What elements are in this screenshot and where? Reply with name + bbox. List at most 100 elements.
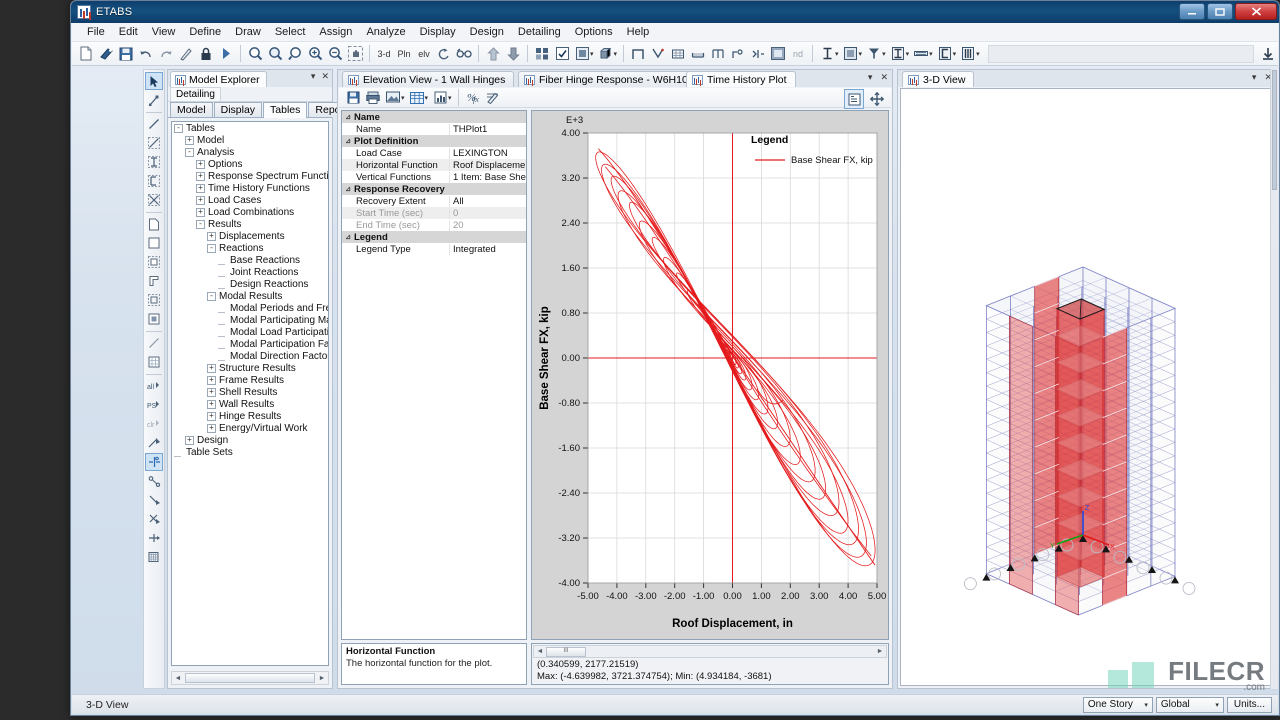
zoom-in-icon[interactable] [305,44,325,64]
save-plot-icon[interactable] [343,88,363,108]
scroll-thumb[interactable] [1272,70,1277,190]
extrude-view-icon[interactable] [596,44,616,64]
property-category[interactable]: ⊿Response Recovery [342,183,526,195]
property-row[interactable]: Load CaseLEXINGTON [342,147,526,159]
menu-analyze[interactable]: Analyze [359,24,412,40]
zoom-out-icon[interactable] [325,44,345,64]
undo-icon[interactable] [136,44,156,64]
tab-elevation-view[interactable]: Elevation View - 1 Wall Hinges [342,71,514,87]
new-model-icon[interactable] [76,44,96,64]
draw-grid-icon[interactable] [708,44,728,64]
time-history-chart[interactable]: E+34.003.202.401.600.800.00-0.80-1.60-2.… [531,110,889,640]
document-menu-chevron-down-icon[interactable]: ▾ [1252,72,1257,83]
expand-icon[interactable]: + [185,136,194,145]
expand-icon[interactable]: + [196,208,205,217]
draw-line-icon[interactable] [145,115,163,133]
tab-detailing[interactable]: Detailing [170,87,221,101]
view-3d-icon[interactable]: 3-d [374,44,394,64]
tree-node[interactable]: +Time History Functions [172,182,328,194]
draw-area-icon[interactable] [145,215,163,233]
collapse-icon[interactable]: ⊿ [342,113,354,121]
property-row[interactable]: NameTHPlot1 [342,123,526,135]
tree-node[interactable]: +Frame Results [172,374,328,386]
quick-draw-area-icon[interactable] [145,253,163,271]
assign-angle-section-icon[interactable] [958,44,978,64]
draw-grid-lines-icon[interactable] [145,353,163,371]
expand-icon[interactable]: + [207,424,216,433]
property-value[interactable]: 1 Item: Base Shear FX [450,172,526,183]
property-row[interactable]: Horizontal FunctionRoof Displacement [342,159,526,171]
draw-dimension-line-icon[interactable] [145,334,163,352]
menu-edit[interactable]: Edit [112,24,145,40]
tree-node[interactable]: +Hinge Results [172,410,328,422]
model-3d-viewport[interactable]: XYZ [900,88,1274,686]
tree-node[interactable]: Table Sets [172,446,328,458]
move-down-story-icon[interactable] [503,44,523,64]
property-row[interactable]: Recovery ExtentAll [342,195,526,207]
tree-node[interactable]: -Modal Results [172,290,328,302]
expand-icon[interactable]: + [196,184,205,193]
expand-icon[interactable]: + [207,364,216,373]
tree-node[interactable]: Modal Load Participation Ratios [172,326,328,338]
perspective-glasses-icon[interactable] [454,44,474,64]
menu-options[interactable]: Options [568,24,620,40]
tab-display[interactable]: Display [214,102,262,117]
select-by-intersecting-icon[interactable] [145,453,163,471]
open-model-icon[interactable] [96,44,116,64]
tree-node[interactable]: -Results [172,218,328,230]
select-frames-icon[interactable] [145,491,163,509]
zoom-window-icon[interactable] [245,44,265,64]
zoom-out-one-step-icon[interactable] [285,44,305,64]
object-properties-icon[interactable] [572,44,592,64]
draw-frame-icon[interactable] [628,44,648,64]
collapse-icon[interactable]: ⊿ [342,185,354,193]
expand-icon[interactable]: + [196,196,205,205]
tree-node[interactable]: -Tables [172,122,328,134]
scroll-right-icon[interactable]: ► [316,675,328,682]
save-icon[interactable] [116,44,136,64]
property-value[interactable]: LEXINGTON [450,148,526,159]
menu-draw[interactable]: Draw [228,24,268,40]
run-analysis-icon[interactable] [216,44,236,64]
select-all-icon[interactable] [768,44,788,64]
download-icon[interactable] [1258,44,1278,64]
show-properties-icon[interactable] [844,89,864,109]
property-row[interactable]: Vertical Functions1 Item: Base Shear FX [342,171,526,183]
tree-node[interactable]: Design Reactions [172,278,328,290]
collapse-icon[interactable]: - [207,244,216,253]
view-elevation-icon[interactable]: elv [414,44,434,64]
draw-slab-icon[interactable] [688,44,708,64]
tree-node[interactable]: +Energy/Virtual Work [172,422,328,434]
units-button[interactable]: Units... [1227,697,1272,713]
rotate-view-icon[interactable] [434,44,454,64]
model-explorer-tab[interactable]: Model Explorer [170,71,267,87]
draw-brace-icon[interactable] [648,44,668,64]
tree-node[interactable]: +Wall Results [172,398,328,410]
document-menu-chevron-down-icon[interactable]: ▾ [868,72,873,83]
collapse-icon[interactable]: ⊿ [342,233,354,241]
set-display-options-icon[interactable] [532,44,552,64]
draw-wall-icon[interactable] [668,44,688,64]
tree-node[interactable]: Modal Periods and Frequencies [172,302,328,314]
clear-selection-icon[interactable]: clr [145,415,163,433]
edit-plot-icon[interactable] [483,88,503,108]
tree-node[interactable]: +Load Combinations [172,206,328,218]
tab-fiber-hinge-response[interactable]: Fiber Hinge Response - W6H10 (... [518,71,712,87]
tree-node[interactable]: +Model [172,134,328,146]
menu-help[interactable]: Help [620,24,657,40]
collapse-icon[interactable]: - [207,292,216,301]
property-category[interactable]: ⊿Legend [342,231,526,243]
draw-wall-stack-icon[interactable] [145,272,163,290]
check-model-icon[interactable] [552,44,572,64]
menu-display[interactable]: Display [413,24,463,40]
assign-tee-section-icon[interactable] [864,44,884,64]
tab-time-history-plot[interactable]: Time History Plot [686,71,796,87]
close-button[interactable] [1235,3,1277,20]
tab-tables[interactable]: Tables [263,102,307,118]
scroll-right-icon[interactable]: ► [874,648,886,655]
scroll-thumb[interactable] [185,673,315,683]
tab-model[interactable]: Model [170,102,213,117]
tree-node[interactable]: Modal Participation Factors [172,338,328,350]
coordinate-system-selector[interactable]: Global ▾ [1156,697,1224,713]
expand-icon[interactable]: + [207,376,216,385]
